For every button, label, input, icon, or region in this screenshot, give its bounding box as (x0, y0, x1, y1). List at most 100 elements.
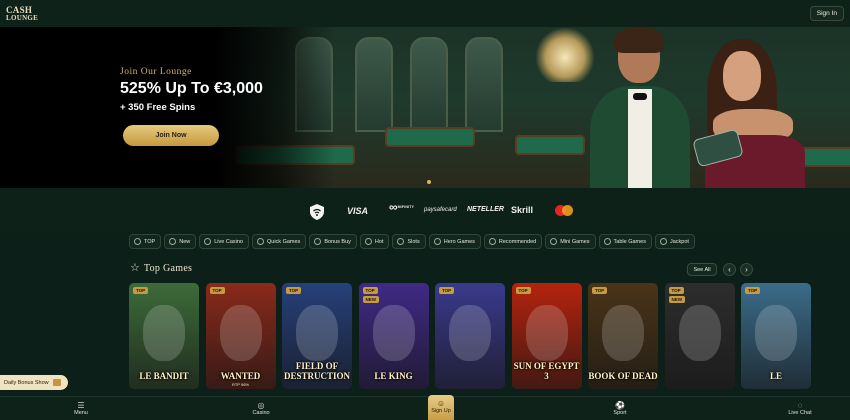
top-games-carousel: TOP LE BANDIT TOP WANTED RTP 96% TOP FIELD OF … (129, 283, 850, 389)
slot-icon (397, 238, 405, 245)
category-label: Bonus Buy (324, 238, 351, 245)
category-chip[interactable]: Bonus Buy (309, 234, 357, 249)
nav-casino[interactable]: ◎ Casino (241, 401, 281, 416)
category-chip[interactable]: New (164, 234, 197, 249)
category-chip[interactable]: Hot (359, 234, 390, 249)
flame-icon (364, 238, 372, 245)
game-artwork (525, 305, 568, 361)
daily-bonus-show-button[interactable]: Daily Bonus Show (0, 375, 68, 390)
carousel-next-button[interactable]: › (740, 263, 753, 276)
cart-icon (314, 238, 322, 245)
game-artwork (296, 305, 338, 361)
skrill-logo: Skrill (511, 205, 534, 215)
game-badge: TOP (515, 287, 531, 294)
casino-chip-icon: ◎ (257, 401, 265, 410)
nav-sport-label: Sport (613, 410, 627, 416)
logo[interactable]: CASH LOUNGE (6, 4, 39, 22)
jackpot-icon (659, 238, 667, 245)
paysafecard-logo: paysafecard (424, 207, 457, 213)
star-icon (134, 238, 141, 245)
game-badge: TOP (286, 287, 302, 294)
game-artwork (219, 305, 262, 361)
category-chip[interactable]: Jackpot (654, 234, 695, 249)
game-artwork (143, 305, 185, 361)
category-chip[interactable]: Slots (392, 234, 426, 249)
game-tile[interactable]: TOP LE (741, 283, 811, 389)
hero-kicker: Join Our Lounge (120, 67, 192, 77)
game-tile[interactable]: TOP NEW LE KING (358, 283, 429, 389)
logo-line2: LOUNGE (6, 13, 39, 22)
category-chip[interactable]: Recommended (483, 234, 543, 249)
nav-live-chat[interactable]: ◌ Live Chat (780, 401, 820, 416)
category-label: Jackpot (669, 238, 689, 245)
sign-up-label: Sign Up (431, 408, 451, 414)
game-badge: NEW (362, 296, 379, 303)
bolt-icon (256, 238, 264, 245)
live-icon (204, 238, 212, 245)
top-games-heading: ☆ Top Games (130, 262, 192, 275)
hero-banner[interactable]: Join Our Lounge 525% Up To €3,000 + 350 … (0, 27, 850, 188)
logo-line1: CASH (6, 4, 33, 15)
visa-logo: VISA (347, 206, 369, 216)
game-badge: NEW (668, 296, 685, 303)
game-title: SUN OF EGYPT 3 (513, 361, 580, 381)
game-title: BOOK OF DEAD (588, 371, 658, 381)
category-label: Slots (407, 238, 420, 245)
game-artwork (602, 305, 644, 361)
chat-icon: ◌ (797, 401, 803, 410)
category-chip[interactable]: Quick Games (251, 234, 307, 249)
game-tile[interactable]: TOP (435, 283, 505, 389)
hero-title: 525% Up To €3,000 (120, 80, 263, 97)
category-chip[interactable]: Live Casino (199, 234, 249, 249)
nav-casino-label: Casino (252, 410, 270, 416)
user-plus-icon: ☺ (436, 399, 446, 408)
star-outline-icon: ☆ (130, 262, 140, 274)
carousel-dot[interactable] (427, 180, 431, 184)
category-label: TOP (144, 238, 156, 245)
category-chip[interactable]: TOP (129, 234, 162, 249)
menu-icon: ☰ (77, 401, 85, 410)
infinity-icon: ∞ (389, 200, 398, 214)
game-title: LE KING (374, 371, 413, 381)
game-artwork (372, 305, 415, 361)
game-tile[interactable]: TOP BOOK OF DEAD (588, 283, 658, 389)
game-badge: TOP (745, 287, 761, 294)
nav-menu[interactable]: ☰ Menu (61, 401, 101, 416)
game-artwork (449, 305, 491, 361)
category-chip[interactable]: Hero Games (428, 234, 481, 249)
category-label: New (179, 238, 191, 245)
category-label: Quick Games (266, 238, 301, 245)
nav-sport[interactable]: ⚽ Sport (600, 401, 640, 416)
see-all-button[interactable]: See All (687, 263, 717, 276)
game-tile[interactable]: TOP NEW (664, 283, 735, 389)
game-title: LE (769, 371, 782, 381)
game-badge: TOP (668, 287, 684, 294)
category-chip[interactable]: Table Games (598, 234, 652, 249)
carousel-prev-button[interactable]: ‹ (723, 263, 736, 276)
thumb-icon (488, 238, 496, 245)
category-chip[interactable]: Mini Games (545, 234, 596, 249)
category-label: Mini Games (560, 238, 590, 245)
game-title: FIELD OF DESTRUCTION (283, 361, 350, 381)
mastercard-logo (555, 205, 573, 216)
game-artwork (755, 305, 797, 361)
game-title: WANTED (220, 371, 261, 381)
ball-icon: ⚽ (615, 401, 625, 410)
sign-up-button[interactable]: ☺ Sign Up (428, 395, 454, 420)
game-tile[interactable]: TOP FIELD OF DESTRUCTION (282, 283, 352, 389)
category-label: Hot (374, 238, 384, 245)
category-label: Table Games (613, 238, 646, 245)
shield-wifi-icon (310, 204, 324, 220)
join-now-button[interactable]: Join Now (123, 125, 219, 146)
new-icon (169, 238, 177, 245)
game-tile[interactable]: TOP WANTED RTP 96% (205, 283, 276, 389)
host-man (590, 27, 690, 188)
game-tile[interactable]: TOP LE BANDIT (129, 283, 199, 389)
game-tile[interactable]: TOP SUN OF EGYPT 3 (511, 283, 582, 389)
category-label: Live Casino (214, 238, 243, 245)
game-badge: TOP (592, 287, 608, 294)
hero-subtitle: + 350 Free Spins (120, 102, 196, 113)
hero-copy: Join Our Lounge 525% Up To €3,000 + 350 … (120, 67, 263, 113)
nav-menu-label: Menu (74, 410, 88, 416)
sign-in-button[interactable]: Sign In (809, 6, 844, 21)
